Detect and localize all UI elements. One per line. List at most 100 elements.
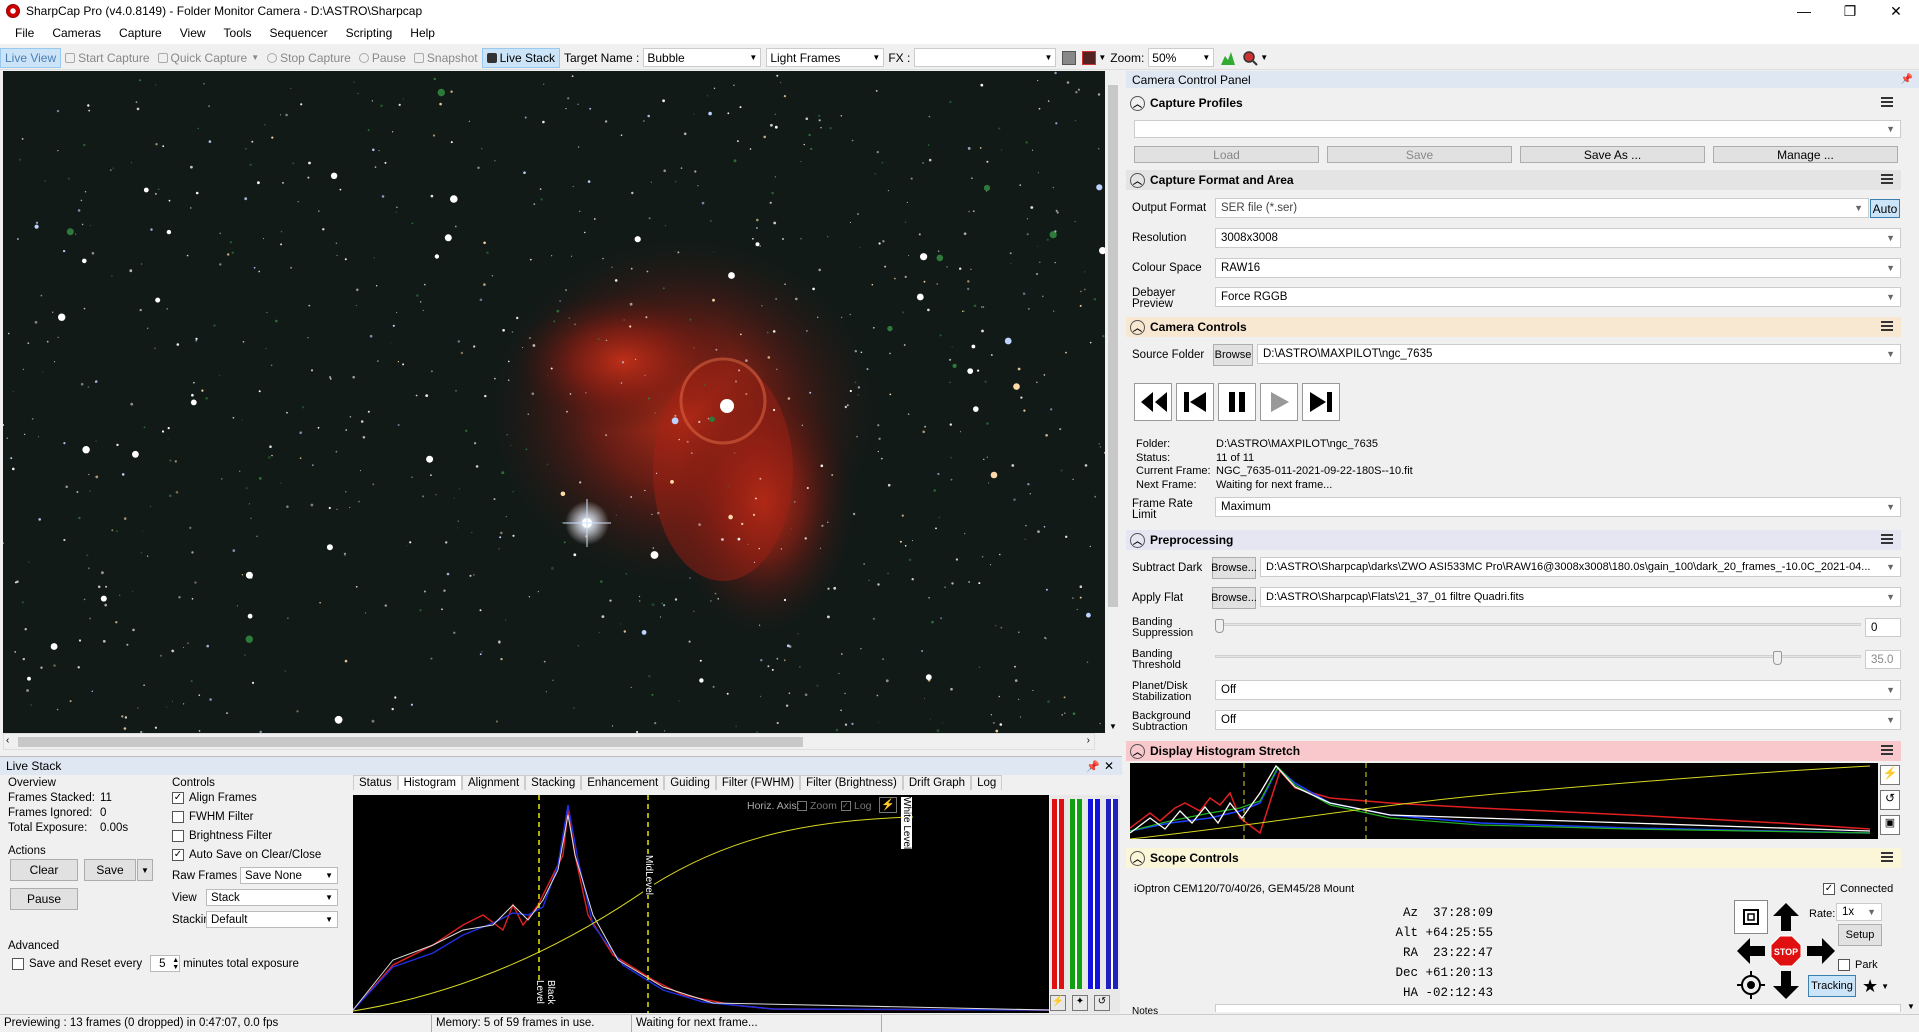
frame-type-select[interactable]: Light Frames ▼ xyxy=(766,48,885,67)
menu-capture[interactable]: Capture xyxy=(110,26,171,40)
tab-drift-graph[interactable]: Drift Graph xyxy=(902,775,972,790)
quick-capture-button[interactable]: Quick Capture ▼ xyxy=(154,48,264,68)
pause-stack-button[interactable]: Pause xyxy=(10,888,78,910)
lightning-icon[interactable]: ⚡ xyxy=(1050,995,1066,1011)
goto-home-button[interactable] xyxy=(1734,900,1768,934)
tab-filter-fwhm[interactable]: Filter (FWHM) xyxy=(715,775,801,790)
pause-button[interactable]: Pause xyxy=(355,48,410,68)
stacking-select[interactable]: Default ▼ xyxy=(206,911,338,928)
reset-icon[interactable]: ↺ xyxy=(1880,790,1900,810)
last-frame-button[interactable] xyxy=(1302,383,1340,421)
east-button[interactable] xyxy=(1804,934,1838,968)
image-preview[interactable] xyxy=(3,71,1108,733)
south-button[interactable] xyxy=(1769,968,1803,1002)
histogram-stretch-header[interactable]: ︿ Display Histogram Stretch xyxy=(1126,741,1901,761)
output-format-select[interactable]: SER file (*.ser) ▼ xyxy=(1215,198,1869,218)
save-reset-checkbox[interactable] xyxy=(12,957,24,970)
tab-log[interactable]: Log xyxy=(971,775,1003,790)
banding-suppression-input[interactable]: 0 xyxy=(1865,618,1901,637)
tab-enhancement[interactable]: Enhancement xyxy=(581,775,665,790)
frame-rate-select[interactable]: Maximum ▼ xyxy=(1215,497,1901,517)
banding-threshold-slider[interactable] xyxy=(1215,651,1861,671)
fx-select[interactable]: ▼ xyxy=(914,48,1057,67)
star-icon[interactable]: ✦ xyxy=(1072,995,1088,1011)
star-icon[interactable]: ★ ▼ xyxy=(1862,975,1900,997)
tab-alignment[interactable]: Alignment xyxy=(462,775,526,790)
debayer-select[interactable]: Force RGGB ▼ xyxy=(1215,287,1901,307)
clear-button[interactable]: Clear xyxy=(10,859,78,881)
align-frames-checkbox[interactable]: ✓ xyxy=(172,791,184,804)
close-icon[interactable]: ✕ xyxy=(1104,759,1114,773)
capture-format-header[interactable]: ︿ Capture Format and Area xyxy=(1126,170,1901,190)
save-as-profile-button[interactable]: Save As ... xyxy=(1520,146,1705,163)
first-frame-button[interactable] xyxy=(1176,383,1214,421)
tab-stacking[interactable]: Stacking xyxy=(525,775,582,790)
menu-file[interactable]: File xyxy=(6,26,43,40)
reset-icon[interactable]: ↺ xyxy=(1094,995,1110,1011)
rewind-button[interactable] xyxy=(1134,383,1172,421)
browse-source-button[interactable]: Browse xyxy=(1213,344,1253,366)
notes-input[interactable] xyxy=(1215,1004,1901,1012)
tab-filter-brightness[interactable]: Filter (Brightness) xyxy=(800,775,903,790)
tab-guiding[interactable]: Guiding xyxy=(664,775,716,790)
north-button[interactable] xyxy=(1769,900,1803,934)
chevron-down-icon[interactable]: ▼ xyxy=(1260,53,1268,62)
auto-save-checkbox[interactable]: ✓ xyxy=(172,848,184,861)
banding-suppression-slider[interactable] xyxy=(1215,619,1861,639)
subtract-dark-select[interactable]: D:\ASTRO\Sharpcap\darks\ZWO ASI533MC Pro… xyxy=(1260,557,1901,577)
menu-help[interactable]: Help xyxy=(401,26,444,40)
start-capture-button[interactable]: Start Capture xyxy=(61,48,153,68)
brightness-filter-checkbox[interactable] xyxy=(172,829,184,842)
log-checkbox[interactable]: ✓ Log xyxy=(841,800,872,812)
manage-profiles-button[interactable]: Manage ... xyxy=(1713,146,1898,163)
tab-histogram[interactable]: Histogram xyxy=(397,775,463,790)
auto-stretch-icon[interactable]: ⚡ xyxy=(879,797,897,813)
banding-threshold-input[interactable]: 35.0 xyxy=(1865,650,1901,669)
menu-tools[interactable]: Tools xyxy=(215,26,261,40)
live-view-button[interactable]: Live View xyxy=(0,47,62,68)
ccp-scrollbar[interactable]: ▼ xyxy=(1904,91,1919,1011)
tracking-button[interactable]: Tracking xyxy=(1808,975,1856,997)
fwhm-filter-checkbox[interactable] xyxy=(172,810,184,823)
view-select[interactable]: Stack ▼ xyxy=(206,889,338,906)
browse-flat-button[interactable]: Browse... xyxy=(1211,587,1257,609)
pin-icon[interactable]: 📌 xyxy=(1086,760,1100,773)
live-stack-button[interactable]: Live Stack xyxy=(481,47,560,68)
source-folder-select[interactable]: D:\ASTRO\MAXPILOT\ngc_7635 ▼ xyxy=(1257,344,1901,364)
preprocessing-header[interactable]: ︿ Preprocessing xyxy=(1126,530,1901,550)
rate-select[interactable]: 1x ▼ xyxy=(1836,903,1882,921)
connected-checkbox[interactable]: ✓ xyxy=(1823,882,1835,895)
menu-view[interactable]: View xyxy=(171,26,215,40)
play-button[interactable] xyxy=(1260,383,1298,421)
color-balance-sliders[interactable]: ⚡ ✦ ↺ xyxy=(1050,795,1120,1013)
image-horizontal-scrollbar[interactable]: ‹ › xyxy=(3,733,1095,750)
capture-profile-select[interactable]: ▼ xyxy=(1134,120,1901,138)
histogram-icon[interactable] xyxy=(1220,50,1236,66)
setup-button[interactable]: Setup xyxy=(1838,924,1882,946)
chevron-down-icon[interactable]: ▼ xyxy=(1098,53,1106,62)
west-button[interactable] xyxy=(1734,934,1768,968)
save-profile-button[interactable]: Save xyxy=(1327,146,1512,163)
magnifier-icon[interactable] xyxy=(1242,50,1259,66)
menu-scripting[interactable]: Scripting xyxy=(337,26,402,40)
save-reset-minutes-input[interactable]: 5 ▲ ▼ xyxy=(150,955,181,972)
colour-space-select[interactable]: RAW16 ▼ xyxy=(1215,258,1901,278)
stop-slew-button[interactable]: STOP xyxy=(1769,934,1803,968)
scope-controls-header[interactable]: ︿ Scope Controls xyxy=(1126,848,1901,868)
save-icon[interactable]: ▣ xyxy=(1880,815,1900,835)
capture-profiles-header[interactable]: ︿ Capture Profiles xyxy=(1126,93,1901,113)
zoom-checkbox[interactable]: Zoom xyxy=(797,800,837,812)
auto-stretch-icon[interactable]: ⚡ xyxy=(1880,765,1900,785)
load-profile-button[interactable]: Load xyxy=(1134,146,1319,163)
close-button[interactable]: ✕ xyxy=(1873,0,1919,22)
auto-format-button[interactable]: Auto xyxy=(1870,199,1900,218)
image-vertical-scrollbar[interactable]: ▼ xyxy=(1105,71,1121,733)
display-settings-icon[interactable] xyxy=(1062,50,1077,65)
save-dropdown-button[interactable]: ▼ xyxy=(137,859,153,881)
browse-dark-button[interactable]: Browse... xyxy=(1211,557,1257,579)
stop-capture-button[interactable]: Stop Capture xyxy=(263,48,355,68)
camera-controls-header[interactable]: ︿ Camera Controls xyxy=(1126,317,1901,337)
background-subtraction-select[interactable]: Off ▼ xyxy=(1215,710,1901,730)
resolution-select[interactable]: 3008x3008 ▼ xyxy=(1215,228,1901,248)
menu-sequencer[interactable]: Sequencer xyxy=(261,26,337,40)
